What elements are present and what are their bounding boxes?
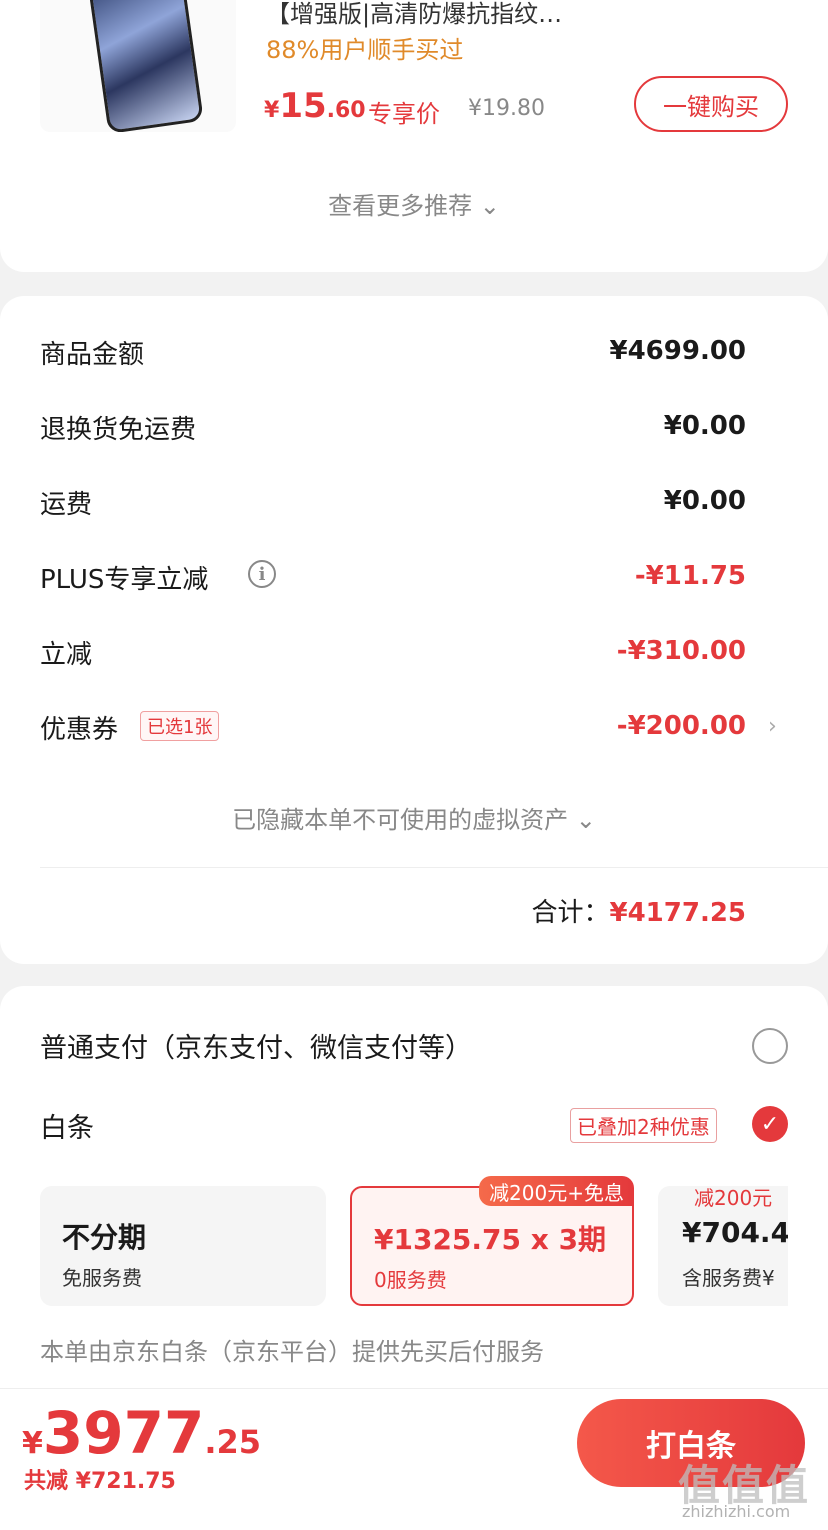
total-savings: 共减 ¥721.75 (24, 1469, 176, 1494)
product-thumbnail[interactable] (40, 0, 236, 132)
row-value-return-shipping: ¥0.00 (663, 411, 746, 441)
row-label-coupon[interactable]: 优惠券 (40, 709, 118, 746)
chevron-right-icon[interactable]: › (768, 714, 777, 739)
row-value-coupon[interactable]: -¥200.00 (617, 711, 746, 741)
normal-payment-radio[interactable] (752, 1028, 788, 1064)
total-label: 合计： (531, 898, 610, 928)
service-provider-note: 本单由京东白条（京东平台）提供先买后付服务 (40, 1338, 544, 1366)
more-recommendations-link[interactable]: 查看更多推荐 ⌄ (0, 186, 828, 221)
row-value-instant-discount: -¥310.00 (616, 636, 746, 666)
normal-payment-option[interactable]: 普通支付（京东支付、微信支付等） (40, 1026, 472, 1065)
plan-sub-text: 0服务费 (374, 1268, 447, 1292)
watermark-logo: 值值值 zhizhizhi.com (678, 1452, 820, 1526)
one-click-buy-button[interactable]: 一键购买 (634, 76, 788, 132)
row-label-goods-amount: 商品金额 (40, 340, 145, 370)
payable-currency: ¥ (22, 1426, 43, 1461)
plan-sub-text: 免服务费 (62, 1266, 142, 1290)
order-total: 合计：¥4177.25 (531, 892, 746, 929)
row-value-goods-amount: ¥4699.00 (609, 336, 746, 366)
row-label-instant-discount: 立减 (40, 640, 93, 670)
product-price: ¥15.60 (264, 86, 366, 126)
coupon-selected-tag: 已选1张 (140, 711, 220, 741)
plan-promo-badge: 减200元+免息 (479, 1176, 634, 1206)
baitiao-selected-check-icon[interactable]: ✓ (752, 1106, 788, 1142)
price-decimal: .60 (326, 98, 366, 123)
plan-main-text: ¥704.46 (682, 1216, 788, 1249)
payable-integer: 3977 (42, 1399, 205, 1467)
plan-main-text: 不分期 (62, 1221, 147, 1254)
payment-card: 普通支付（京东支付、微信支付等） 白条 已叠加2种优惠 ✓ 不分期 免服务费 减… (0, 986, 828, 1406)
original-price: ¥19.80 (468, 96, 545, 121)
installment-plan-3[interactable]: 减200元+免息 ¥1325.75 x 3期 0服务费 (350, 1176, 634, 1306)
price-summary-card: 商品金额 ¥4699.00 退换货免运费 ¥0.00 运费 ¥0.00 PLUS… (0, 296, 828, 964)
baitiao-payment-option[interactable]: 白条 (40, 1106, 94, 1145)
payable-decimal: .25 (204, 1423, 261, 1461)
row-label-plus-discount: PLUS专享立减 (40, 565, 209, 595)
price-currency: ¥ (264, 98, 280, 123)
total-value: ¥4177.25 (609, 898, 746, 928)
stacked-discount-tag: 已叠加2种优惠 (570, 1108, 717, 1143)
product-title[interactable]: 【增强版|高清防爆抗指纹… (266, 0, 646, 29)
installment-plan-6[interactable]: 减200元 ¥704.46 含服务费¥ (658, 1186, 788, 1306)
row-label-shipping: 运费 (40, 490, 93, 520)
plan-promo-tag: 减200元 (694, 1186, 773, 1210)
buy-rate-text: 88%用户顺手买过 (266, 36, 464, 64)
info-icon[interactable]: i (248, 560, 276, 588)
plan-sub-text: 含服务费¥ (682, 1266, 775, 1290)
exclusive-price-tag: 专享价 (368, 100, 440, 128)
installment-plan-none[interactable]: 不分期 免服务费 (40, 1186, 326, 1306)
row-label-return-shipping: 退换货免运费 (40, 415, 197, 445)
watermark-url: zhizhizhi.com (682, 1502, 791, 1521)
divider (40, 867, 828, 868)
row-value-shipping: ¥0.00 (663, 486, 746, 516)
phone-image (88, 0, 204, 132)
row-value-plus-discount: -¥11.75 (634, 561, 746, 591)
payable-amount: ¥3977.25 (22, 1399, 261, 1467)
price-integer: 15 (279, 86, 327, 126)
hidden-assets-toggle[interactable]: 已隐藏本单不可使用的虚拟资产 ⌄ (0, 800, 828, 835)
plan-main-text: ¥1325.75 x 3期 (374, 1223, 607, 1256)
recommend-card: 【增强版|高清防爆抗指纹… 88%用户顺手买过 ¥15.60 专享价 ¥19.8… (0, 0, 828, 272)
